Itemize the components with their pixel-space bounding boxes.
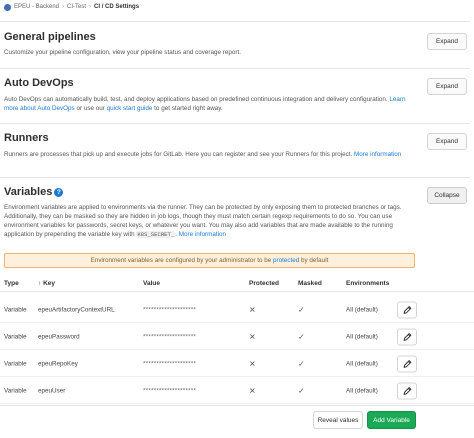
variables-more-information-link[interactable]: More information xyxy=(179,231,226,238)
masked-check-icon: ✓ xyxy=(298,332,305,341)
table-row: Variable epeuArtifactoryContextURL *****… xyxy=(0,296,474,323)
question-mark-icon[interactable]: ? xyxy=(54,188,64,197)
breadcrumb-item-project[interactable]: CI-Test xyxy=(67,4,86,10)
section-title: Auto DevOps xyxy=(4,77,74,89)
not-protected-x-icon: ✕ xyxy=(249,359,256,368)
section-auto-devops: Auto DevOps Auto DevOps can automaticall… xyxy=(4,77,409,113)
k8s-secret-code: K8S_SECRET_ xyxy=(136,231,176,238)
edit-variable-button[interactable] xyxy=(397,301,417,318)
section-title: General pipelines xyxy=(4,31,96,43)
alert-text: Environment variables are configured by … xyxy=(90,257,274,264)
divider xyxy=(0,68,470,69)
section-description: Auto DevOps can automatically build, tes… xyxy=(4,95,409,113)
not-protected-x-icon: ✕ xyxy=(249,386,256,395)
section-general-pipelines: General pipelines Customize your pipelin… xyxy=(4,31,470,57)
runners-more-information-link[interactable]: More information xyxy=(354,151,401,158)
collapse-variables-button[interactable]: Collapse xyxy=(427,187,467,204)
section-variables: Variables? Environment variables are app… xyxy=(4,186,416,239)
column-header-key[interactable]: ↑ Key xyxy=(38,280,55,287)
pencil-icon xyxy=(403,305,411,314)
variable-value: ******************** xyxy=(143,306,197,313)
breadcrumb-item-current[interactable]: CI / CD Settings xyxy=(94,4,139,10)
breadcrumb: EPEU - Backend › CI-Test › CI / CD Setti… xyxy=(4,2,139,12)
masked-check-icon: ✓ xyxy=(298,359,305,368)
section-description: Environment variables are applied to env… xyxy=(4,203,416,239)
divider xyxy=(0,291,474,292)
expand-auto-devops-button[interactable]: Expand xyxy=(427,78,467,95)
variable-value: ******************** xyxy=(143,360,197,367)
divider xyxy=(0,177,470,178)
pencil-icon xyxy=(403,386,411,395)
description-text: to get started right away. xyxy=(152,105,223,112)
section-runners: Runners Runners are processes that pick … xyxy=(4,132,409,159)
description-text: or use our xyxy=(74,105,107,112)
masked-check-icon: ✓ xyxy=(298,386,305,395)
description-text: . xyxy=(175,231,178,238)
column-header-type: Type xyxy=(4,280,19,287)
pencil-icon xyxy=(403,359,411,368)
description-text: Runners are processes that pick up and e… xyxy=(4,151,353,158)
variable-key: epeuPassword xyxy=(38,333,80,340)
quick-start-guide-link[interactable]: quick start guide xyxy=(107,105,153,112)
reveal-values-button[interactable]: Reveal values xyxy=(313,411,363,429)
variable-environment: All (default) xyxy=(346,387,378,394)
variable-environment: All (default) xyxy=(346,333,378,340)
column-header-key-label: Key xyxy=(43,280,55,287)
section-title: Variables? xyxy=(4,186,416,199)
expand-runners-button[interactable]: Expand xyxy=(427,133,467,150)
column-header-value: Value xyxy=(143,280,160,287)
variable-type: Variable xyxy=(4,306,27,313)
variable-type: Variable xyxy=(4,360,27,367)
column-header-environments: Environments xyxy=(346,280,390,287)
variable-key: epeuArtifactoryContextURL xyxy=(38,306,115,313)
variable-environment: All (default) xyxy=(346,360,378,367)
variable-type: Variable xyxy=(4,333,27,340)
masked-check-icon: ✓ xyxy=(298,305,305,314)
column-header-protected: Protected xyxy=(249,280,279,287)
variables-title-text: Variables xyxy=(4,186,53,198)
not-protected-x-icon: ✕ xyxy=(249,332,256,341)
variable-key: epeuRepoKey xyxy=(38,360,78,367)
edit-variable-button[interactable] xyxy=(397,355,417,372)
column-header-masked: Masked xyxy=(298,280,322,287)
pencil-icon xyxy=(403,332,411,341)
section-description: Customize your pipeline configuration, v… xyxy=(4,49,241,56)
not-protected-x-icon: ✕ xyxy=(249,305,256,314)
add-variable-button[interactable]: Add Variable xyxy=(367,411,416,429)
breadcrumb-item-group[interactable]: EPEU - Backend xyxy=(14,4,59,10)
table-row: Variable epeuPassword ******************… xyxy=(0,323,474,350)
divider xyxy=(0,21,470,22)
description-text: Auto DevOps can automatically build, tes… xyxy=(4,96,388,103)
variable-type: Variable xyxy=(4,387,27,394)
section-title: Runners xyxy=(4,132,49,144)
group-avatar-icon xyxy=(4,3,11,11)
edit-variable-button[interactable] xyxy=(397,382,417,399)
alert-text: by default xyxy=(299,257,329,264)
protected-variables-alert: Environment variables are configured by … xyxy=(4,253,415,268)
breadcrumb-separator-icon: › xyxy=(89,4,92,10)
protected-link[interactable]: protected xyxy=(273,257,299,264)
divider xyxy=(0,405,474,406)
divider xyxy=(0,123,470,124)
variable-key: epeuUser xyxy=(38,387,66,394)
variable-value: ******************** xyxy=(143,387,197,394)
edit-variable-button[interactable] xyxy=(397,328,417,345)
sort-arrow-icon: ↑ xyxy=(38,280,42,287)
table-row: Variable epeuRepoKey *******************… xyxy=(0,350,474,377)
expand-general-pipelines-button[interactable]: Expand xyxy=(427,33,467,50)
breadcrumb-separator-icon: › xyxy=(62,4,65,10)
variable-environment: All (default) xyxy=(346,306,378,313)
variable-value: ******************** xyxy=(143,333,197,340)
divider xyxy=(0,403,474,404)
table-row: Variable epeuUser ******************** ✕… xyxy=(0,377,474,404)
section-description: Runners are processes that pick up and e… xyxy=(4,150,409,159)
